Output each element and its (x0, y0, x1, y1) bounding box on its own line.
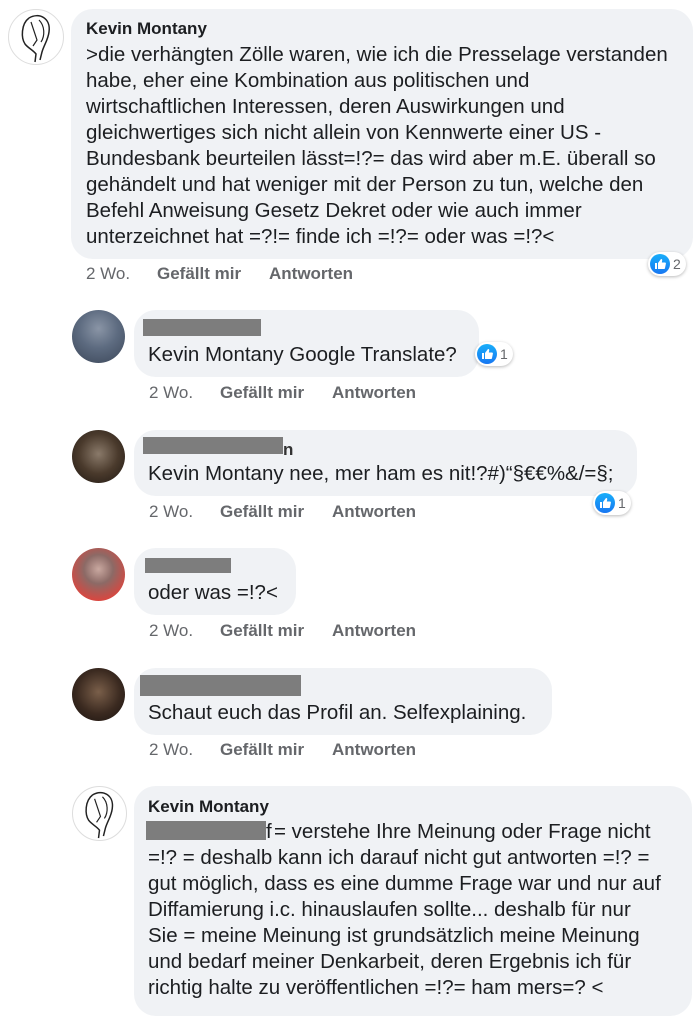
comment-text: gehändelt und hat weniger mit der Person… (86, 173, 644, 196)
reply-button[interactable]: Antworten (332, 740, 416, 760)
reaction-count: 2 (673, 256, 681, 272)
sketch-face-avatar-icon (21, 14, 50, 63)
comment-text: = verstehe Ihre Meinung oder Frage nicht (274, 820, 651, 843)
comment-text: Sie = meine Meinung ist grundsätzlich me… (148, 924, 640, 947)
timestamp[interactable]: 2 Wo. (149, 740, 193, 760)
comment-text: Diffamierung i.c. hinauslaufen sollte...… (148, 898, 631, 921)
comment-text: Befehl Anweisung Gesetz Dekret oder wie … (86, 199, 582, 222)
comment-text: >die verhängten Zölle waren, wie ich die… (86, 43, 668, 66)
timestamp[interactable]: 2 Wo. (86, 264, 130, 284)
thumbs-up-icon (477, 344, 497, 364)
redacted-author-name (140, 675, 301, 696)
timestamp[interactable]: 2 Wo. (149, 502, 193, 522)
comment-text: wirtschaftlichen Interessen, deren Auswi… (86, 95, 565, 118)
comment-text: gleichwertiges sich nicht allein von Ken… (86, 121, 602, 144)
comment-text: Bundesbank beurteilen lässt=!?= das wird… (86, 147, 656, 170)
comment-text: und bedarf meiner Denkarbeit, deren Erge… (148, 950, 632, 973)
comment-text: oder was =!?< (148, 581, 278, 604)
avatar[interactable] (72, 668, 125, 721)
like-button[interactable]: Gefällt mir (220, 621, 304, 641)
redacted-author-name (143, 319, 261, 336)
reaction-count-badge[interactable]: 1 (475, 342, 513, 366)
like-button[interactable]: Gefällt mir (220, 383, 304, 403)
comment-author[interactable]: Kevin Montany (148, 797, 269, 817)
comment-author-fragment: n (283, 440, 294, 459)
avatar[interactable] (72, 548, 125, 601)
comment-text: unterzeichnet hat =?!= finde ich =!?= od… (86, 225, 555, 248)
comment-text: Schaut euch das Profil an. Selfexplainin… (148, 701, 527, 724)
timestamp[interactable]: 2 Wo. (149, 383, 193, 403)
redacted-author-name (143, 437, 283, 454)
reaction-count: 1 (500, 346, 508, 362)
redacted-mention (146, 821, 266, 840)
comment-text: Kevin Montany nee, mer ham es nit!?#)“§€… (148, 462, 614, 485)
comment-text: habe, eher eine Kombination aus politisc… (86, 69, 530, 92)
reaction-count: 1 (618, 495, 626, 511)
reply-button[interactable]: Antworten (269, 264, 353, 284)
comment-text: richtig halte zu veröffentlichen =!?= ha… (148, 976, 604, 999)
like-button[interactable]: Gefällt mir (157, 264, 241, 284)
thumbs-up-icon (595, 493, 615, 513)
thumbs-up-icon (650, 254, 670, 274)
reply-button[interactable]: Antworten (332, 502, 416, 522)
redacted-author-name (145, 558, 231, 573)
comment-text: Kevin Montany Google Translate? (148, 343, 457, 366)
avatar[interactable] (72, 430, 125, 483)
comment-text: gut möglich, dass es eine dumme Frage wa… (148, 872, 661, 895)
reaction-count-badge[interactable]: 2 (648, 252, 686, 276)
reply-button[interactable]: Antworten (332, 383, 416, 403)
sketch-face-avatar-icon (85, 791, 114, 839)
avatar[interactable] (8, 9, 64, 65)
avatar[interactable] (72, 786, 127, 841)
timestamp[interactable]: 2 Wo. (149, 621, 193, 641)
reaction-count-badge[interactable]: 1 (593, 491, 631, 515)
comment-text: =!? = deshalb kann ich darauf nicht gut … (148, 846, 650, 869)
mention-fragment[interactable]: f (266, 819, 272, 845)
like-button[interactable]: Gefällt mir (220, 740, 304, 760)
reply-button[interactable]: Antworten (332, 621, 416, 641)
like-button[interactable]: Gefällt mir (220, 502, 304, 522)
comment-author[interactable]: Kevin Montany (86, 19, 207, 39)
avatar[interactable] (72, 310, 125, 363)
